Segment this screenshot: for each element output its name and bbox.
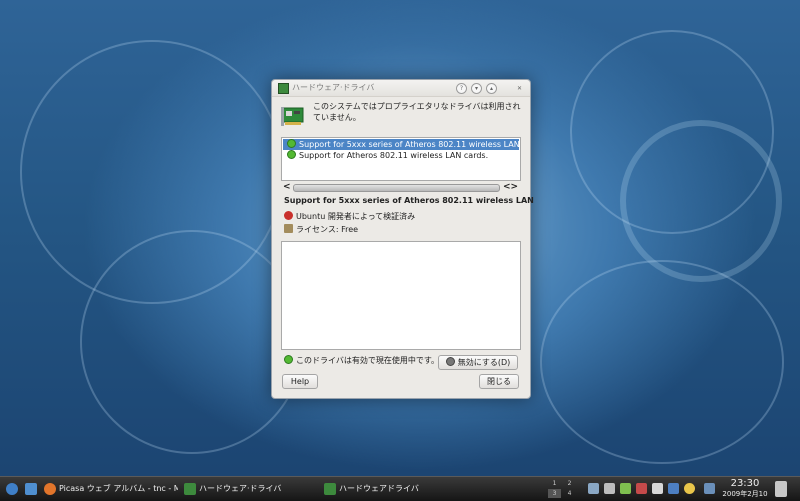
- driver-card-icon: [278, 83, 289, 94]
- driver-label: Support for 5xxx series of Atheros 802.1…: [299, 140, 519, 149]
- driver-description-area[interactable]: [281, 241, 521, 350]
- driver-label: Support for Atheros 802.11 wireless LAN …: [299, 151, 489, 160]
- printer-icon[interactable]: [604, 483, 615, 494]
- license-icon: [284, 224, 293, 233]
- driver-card-icon: [324, 482, 336, 495]
- firefox-icon: [44, 482, 56, 495]
- clock[interactable]: 23:30 2009年2月10: [722, 478, 768, 499]
- task-label: ハードウェア·ドライバ: [199, 484, 282, 493]
- chart-icon[interactable]: [668, 483, 679, 494]
- volume-icon[interactable]: [652, 483, 663, 494]
- driver-card-icon: [184, 482, 196, 495]
- license-text: ライセンス: Free: [296, 225, 359, 234]
- active-icon: [287, 150, 296, 159]
- driver-detail-title: Support for 5xxx series of Atheros 802.1…: [284, 196, 534, 205]
- scroll-right-arrows[interactable]: <>: [503, 182, 518, 192]
- scrollbar-track[interactable]: [293, 184, 500, 192]
- list-item[interactable]: Support for Atheros 802.11 wireless LAN …: [283, 150, 519, 161]
- pager-desktop[interactable]: 2: [563, 479, 576, 488]
- pager-desktop[interactable]: 4: [563, 489, 576, 498]
- help-icon[interactable]: ?: [456, 83, 467, 94]
- task-hardware-drivers[interactable]: ハードウェア·ドライバ: [184, 481, 281, 497]
- maximize-icon[interactable]: ▴: [486, 83, 497, 94]
- mixer-icon[interactable]: [636, 483, 647, 494]
- kde-menu-icon[interactable]: [6, 481, 21, 497]
- taskbar: Picasa ウェブ アルバム - tnc - Mo ハードウェア·ドライバ ハ…: [0, 476, 800, 501]
- hardware-drivers-dialog: ハードウェア·ドライバ ? ▾ ▴ ✕ このシステムではプロプライエタリなドライ…: [271, 79, 534, 399]
- file-manager-icon[interactable]: [25, 481, 40, 497]
- status-text: このドライバは有効で現在使用中です。: [296, 356, 440, 365]
- driver-status: このドライバは有効で現在使用中です。: [284, 355, 439, 366]
- pager-desktop[interactable]: 3: [548, 489, 561, 498]
- weather-icon[interactable]: [684, 483, 695, 494]
- disable-icon: [445, 357, 455, 366]
- task-label: ハードウェアドライバ: [339, 484, 419, 493]
- scroll-left-arrow[interactable]: <: [283, 182, 291, 192]
- ubuntu-icon: [284, 211, 293, 220]
- desktop-pager[interactable]: 1 2 3 4: [548, 479, 578, 499]
- no-proprietary-driver-message: このシステムではプロプライエタリなドライバは利用されていません。: [313, 102, 521, 122]
- close-icon[interactable]: ✕: [514, 83, 525, 94]
- battery-icon[interactable]: [620, 483, 631, 494]
- task-hardware-drivers-2[interactable]: ハードウェアドライバ: [324, 481, 419, 497]
- dialog-titlebar[interactable]: ハードウェア·ドライバ ? ▾ ▴ ✕: [272, 80, 530, 97]
- task-label: Picasa ウェブ アルバム - tnc - Mo: [59, 484, 178, 493]
- desktop-swirl: [620, 120, 782, 282]
- horizontal-scrollbar[interactable]: < <>: [281, 182, 519, 192]
- help-button[interactable]: Help: [282, 374, 318, 389]
- keyboard-icon[interactable]: [704, 483, 715, 494]
- disable-label: 無効にする(D): [457, 358, 511, 367]
- pager-desktop[interactable]: 1: [548, 479, 561, 488]
- pci-card-icon: [281, 107, 304, 126]
- minimize-icon[interactable]: ▾: [471, 83, 482, 94]
- license-line: ライセンス: Free: [284, 224, 358, 235]
- verified-line: Ubuntu 開発者によって検証済み: [284, 211, 415, 222]
- disable-button[interactable]: 無効にする(D): [438, 355, 518, 370]
- clock-time: 23:30: [730, 478, 760, 489]
- dialog-title: ハードウェア·ドライバ: [292, 83, 375, 92]
- list-item[interactable]: Support for 5xxx series of Atheros 802.1…: [283, 139, 519, 150]
- active-icon: [287, 139, 296, 148]
- clock-date: 2009年2月10: [722, 490, 768, 498]
- network-icon[interactable]: [588, 483, 599, 494]
- close-button[interactable]: 閉じる: [479, 374, 519, 389]
- desktop-swirl: [540, 260, 784, 464]
- task-picasa[interactable]: Picasa ウェブ アルバム - tnc - Mo: [44, 481, 178, 497]
- verified-text: Ubuntu 開発者によって検証済み: [296, 212, 416, 221]
- trash-icon[interactable]: [775, 481, 787, 497]
- active-icon: [284, 355, 293, 364]
- driver-list[interactable]: Support for 5xxx series of Atheros 802.1…: [281, 137, 521, 181]
